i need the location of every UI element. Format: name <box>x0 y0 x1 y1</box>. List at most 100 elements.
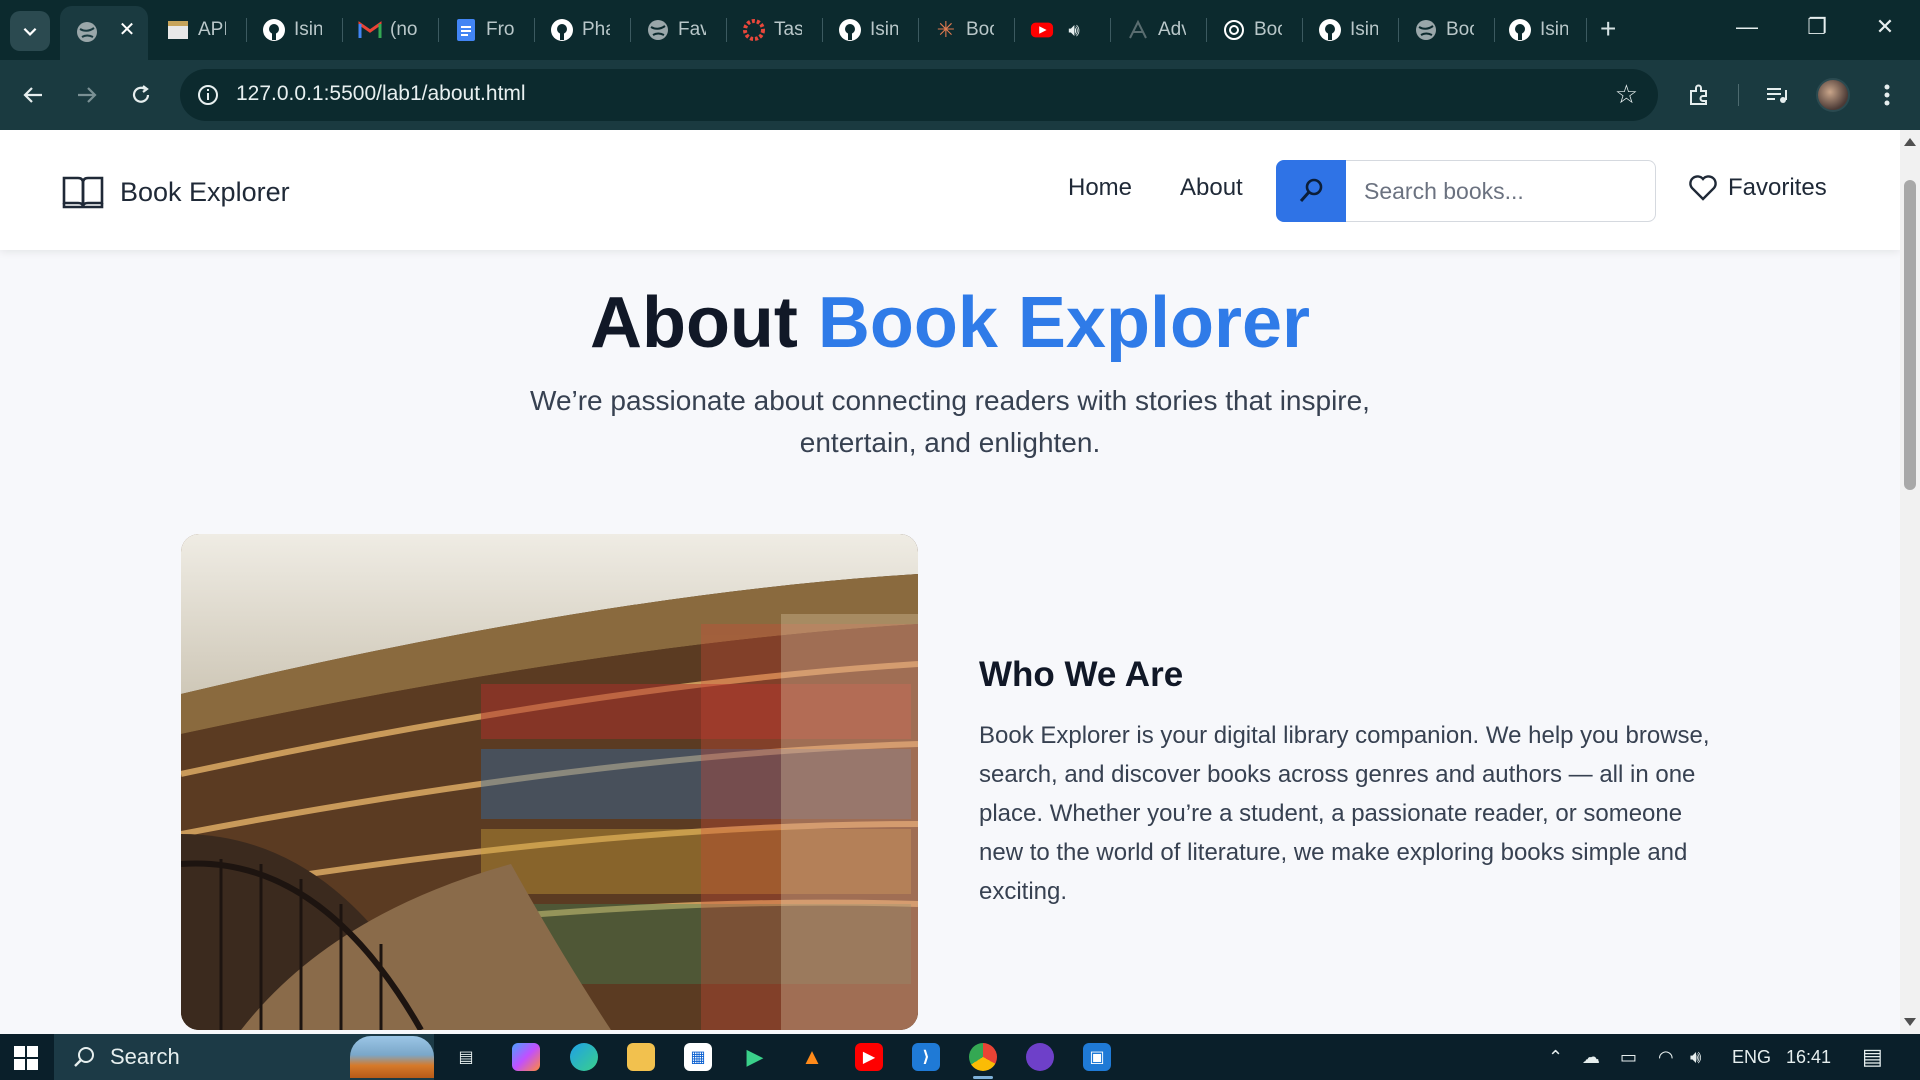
tab-label: Pha <box>582 19 610 40</box>
github-icon <box>262 18 286 42</box>
volume-icon[interactable]: 🔊︎ <box>1690 1047 1701 1068</box>
tab-advisor[interactable]: Adv <box>1126 12 1186 48</box>
onedrive-icon[interactable]: ☁ <box>1582 1047 1600 1068</box>
chrome-icon[interactable] <box>969 1043 997 1071</box>
vlc-icon[interactable]: ▲ <box>798 1043 826 1071</box>
tab-docs[interactable]: Fro <box>454 12 514 48</box>
nav-home-link[interactable]: Home <box>1068 174 1132 202</box>
taskbar-search[interactable]: Search <box>54 1034 434 1080</box>
tab-active-about[interactable]: ✕ <box>60 6 148 60</box>
tab-youtube-playing[interactable]: 🔊︎ <box>1030 12 1086 48</box>
search-input[interactable] <box>1346 160 1656 222</box>
github-icon <box>1318 18 1342 42</box>
scroll-up-arrow[interactable] <box>1904 138 1916 146</box>
tab-label: Isin <box>1540 19 1568 40</box>
close-window-button[interactable]: ✕ <box>1870 14 1900 40</box>
toolbar-separator <box>1738 84 1739 106</box>
site-brand[interactable]: Book Explorer <box>62 174 290 210</box>
tab-gmail[interactable]: (no <box>358 12 418 48</box>
back-arrow-icon <box>23 87 42 103</box>
minimize-button[interactable]: — <box>1732 14 1762 40</box>
address-bar[interactable]: 127.0.0.1:5500/lab1/about.html ☆ <box>180 69 1658 121</box>
restore-button[interactable]: ❐ <box>1802 14 1832 40</box>
tab-tasks[interactable]: Tas <box>742 12 802 48</box>
tab-label: Isin <box>870 19 898 40</box>
bookmark-star-icon[interactable]: ☆ <box>1615 79 1638 110</box>
media-control-icon[interactable] <box>1760 78 1794 112</box>
tab-globe-1[interactable]: Fav <box>646 12 706 48</box>
forward-button[interactable] <box>70 78 104 112</box>
tab-label: API <box>198 19 226 40</box>
tab-label: Boo <box>1254 19 1282 40</box>
nav-about-link[interactable]: About <box>1180 174 1243 202</box>
tab-label: Fav <box>678 19 706 40</box>
tab-github-3[interactable]: Isin <box>838 12 898 48</box>
tab-github-4[interactable]: Isin <box>1318 12 1378 48</box>
scroll-thumb[interactable] <box>1904 180 1916 490</box>
github-icon <box>838 18 862 42</box>
back-button[interactable] <box>16 78 50 112</box>
tab-github-1[interactable]: Isin <box>262 12 322 48</box>
tab-github-2[interactable]: Pha <box>550 12 610 48</box>
tab-chatgpt[interactable]: Boo <box>1222 12 1282 48</box>
tab-separator <box>630 18 631 42</box>
windows-start-icon[interactable] <box>14 1046 38 1075</box>
url-text[interactable]: 127.0.0.1:5500/lab1/about.html <box>236 82 526 106</box>
title-accent: Book Explorer <box>817 283 1311 363</box>
speaker-icon[interactable]: 🔊︎ <box>1062 18 1086 42</box>
tab-globe-2[interactable]: Boo <box>1414 12 1474 48</box>
wifi-icon[interactable]: ◠ <box>1658 1047 1674 1068</box>
file-explorer-icon[interactable] <box>627 1043 655 1071</box>
extensions-icon[interactable] <box>1682 78 1716 112</box>
library-photo <box>181 534 918 1030</box>
tab-api[interactable]: API <box>166 12 226 48</box>
search-button[interactable] <box>1276 160 1346 222</box>
language-indicator[interactable]: ENG <box>1732 1047 1771 1068</box>
tray-overflow-icon[interactable]: ⌃ <box>1548 1047 1563 1068</box>
vscode-icon[interactable]: ⟩ <box>912 1043 940 1071</box>
reload-button[interactable] <box>124 78 158 112</box>
edge-icon[interactable] <box>570 1043 598 1071</box>
tab-github-5[interactable]: Isin <box>1508 12 1568 48</box>
tab-search-button[interactable] <box>10 11 50 51</box>
scroll-down-arrow[interactable] <box>1904 1018 1916 1026</box>
clock[interactable]: 16:41 <box>1786 1047 1831 1068</box>
tab-label: Boo <box>966 19 994 40</box>
title-prefix: About <box>589 283 798 363</box>
perplexity-icon <box>1126 18 1150 42</box>
tab-label: Boo <box>1446 19 1474 40</box>
tab-separator <box>918 18 919 42</box>
tasks-icon <box>742 18 766 42</box>
tab-separator <box>1586 18 1587 42</box>
tab-separator <box>438 18 439 42</box>
search-icon <box>1299 178 1323 202</box>
task-view-icon[interactable]: ▤ <box>452 1043 480 1071</box>
nav-favorites-link[interactable]: Favorites <box>1688 174 1827 202</box>
site-info-icon[interactable] <box>196 83 220 107</box>
taskbar-search-label: Search <box>110 1044 180 1069</box>
globe-icon <box>646 18 670 42</box>
play-store-icon[interactable]: ▶ <box>741 1043 769 1071</box>
youtube-app-icon[interactable]: ▶ <box>855 1043 883 1071</box>
tab-separator <box>1110 18 1111 42</box>
tab-separator <box>1014 18 1015 42</box>
page-scrollbar[interactable] <box>1900 130 1920 1034</box>
notifications-icon[interactable]: ▤ <box>1862 1044 1883 1070</box>
site-header: Book Explorer Home About Favorites <box>0 130 1900 250</box>
store-icon[interactable]: ▦ <box>684 1043 712 1071</box>
favorites-label: Favorites <box>1728 174 1827 201</box>
browser-menu-icon[interactable] <box>1870 78 1904 112</box>
page-title: About Book Explorer <box>0 282 1900 364</box>
battery-icon[interactable]: ▭ <box>1620 1047 1637 1068</box>
copilot-icon[interactable] <box>512 1043 540 1071</box>
docs-icon <box>454 18 478 42</box>
github-desktop-icon[interactable] <box>1026 1043 1054 1071</box>
window-app-icon[interactable]: ▣ <box>1083 1043 1111 1071</box>
profile-avatar[interactable] <box>1816 78 1850 112</box>
tab-close-icon[interactable]: ✕ <box>116 19 138 41</box>
tab-claude[interactable]: ✳ Boo <box>934 12 994 48</box>
claude-icon: ✳ <box>936 17 956 42</box>
tab-separator <box>246 18 247 42</box>
tab-separator <box>1398 18 1399 42</box>
new-tab-button[interactable]: + <box>1600 14 1616 44</box>
